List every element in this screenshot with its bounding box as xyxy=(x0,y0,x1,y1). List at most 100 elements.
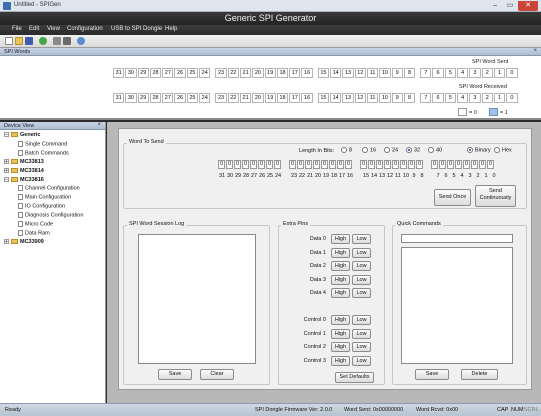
pin-high-button[interactable]: High xyxy=(331,328,350,339)
bit-toggle[interactable]: 0 xyxy=(408,160,415,169)
pin-low-button[interactable]: Low xyxy=(352,342,371,353)
length-24-radio[interactable]: 24 xyxy=(384,147,398,153)
tree-item-data-ram[interactable]: Data Ram xyxy=(18,229,50,236)
bit-toggle[interactable]: 0 xyxy=(368,160,375,169)
tree-item-mc33909[interactable]: + MC33909 xyxy=(4,239,44,245)
bit-toggle[interactable]: 0 xyxy=(337,160,344,169)
menu-file[interactable]: File xyxy=(12,26,22,32)
bit-toggle[interactable]: 0 xyxy=(345,160,352,169)
bit-toggle[interactable]: 0 xyxy=(313,160,320,169)
bit-toggle[interactable]: 0 xyxy=(376,160,383,169)
bit-toggle[interactable]: 0 xyxy=(487,160,494,169)
tree-item-mc33814[interactable]: + MC33814 xyxy=(4,168,44,174)
bit-toggle[interactable]: 0 xyxy=(226,160,233,169)
open-folder-icon[interactable] xyxy=(15,37,23,45)
length-16-radio[interactable]: 16 xyxy=(362,147,376,153)
arrow-icon[interactable] xyxy=(39,37,47,45)
settings-icon[interactable] xyxy=(53,37,61,45)
save-icon[interactable] xyxy=(25,37,33,45)
send-once-button[interactable]: Send Once xyxy=(434,189,471,206)
bit-toggle[interactable]: 0 xyxy=(297,160,304,169)
quick-command-input[interactable] xyxy=(401,234,513,243)
bit-toggle[interactable]: 0 xyxy=(431,160,438,169)
log-clear-button[interactable]: Clear xyxy=(200,369,234,380)
tree-item-diagnosis-configuration[interactable]: Diagnosis Configuration xyxy=(18,212,83,219)
bit-toggle[interactable]: 0 xyxy=(455,160,462,169)
tree-item-mc33816[interactable]: − MC33816 xyxy=(4,177,44,183)
collapse-icon[interactable]: − xyxy=(4,132,9,138)
bit-toggle[interactable]: 0 xyxy=(329,160,336,169)
tree-item-io-configuration[interactable]: IO Configuration xyxy=(18,203,65,210)
pin-low-button[interactable]: Low xyxy=(352,355,371,366)
expand-icon[interactable]: + xyxy=(4,167,9,173)
tree-item-channel-configuration[interactable]: Channel Configuration xyxy=(18,185,80,192)
pin-high-button[interactable]: High xyxy=(331,315,350,325)
pin-low-button[interactable]: Low xyxy=(352,288,371,299)
bit-toggle[interactable]: 0 xyxy=(250,160,257,169)
length-32-radio[interactable]: 32 xyxy=(406,147,420,153)
menu-configuration[interactable]: Configuration xyxy=(67,26,103,32)
quick-commands-list[interactable] xyxy=(401,247,513,364)
maximize-button[interactable]: ▭ xyxy=(503,1,517,11)
tree-item-single-command[interactable]: Single Command xyxy=(18,140,67,147)
menu-view[interactable]: View xyxy=(47,26,60,32)
bit-toggle[interactable]: 0 xyxy=(439,160,446,169)
tree-item-micro-code[interactable]: Micro Code xyxy=(18,221,53,227)
bit-toggle[interactable]: 0 xyxy=(274,160,281,169)
bit-toggle[interactable]: 0 xyxy=(218,160,225,169)
binary-radio[interactable]: Binary xyxy=(467,147,491,153)
pin-high-button[interactable]: High xyxy=(331,355,350,366)
pin-high-button[interactable]: High xyxy=(331,274,350,285)
length-8-radio[interactable]: 8 xyxy=(341,147,352,153)
quick-save-button[interactable]: Save xyxy=(415,369,449,380)
pin-high-button[interactable]: High xyxy=(331,261,350,272)
set-defaults-button[interactable]: Set Defaults xyxy=(335,372,374,383)
pin-high-button[interactable]: High xyxy=(331,247,350,258)
bit-toggle[interactable]: 0 xyxy=(471,160,478,169)
pin-high-button[interactable]: High xyxy=(331,234,350,244)
quick-delete-button[interactable]: Delete xyxy=(461,369,498,380)
tree-item-main-configuration[interactable]: Main Configuration xyxy=(18,194,71,201)
pin-low-button[interactable]: Low xyxy=(352,261,371,272)
log-save-button[interactable]: Save xyxy=(158,369,192,380)
hex-radio[interactable]: Hex xyxy=(494,147,512,153)
bit-toggle[interactable]: 0 xyxy=(360,160,367,169)
print-icon[interactable] xyxy=(63,37,71,45)
bit-toggle[interactable]: 0 xyxy=(321,160,328,169)
pin-low-button[interactable]: Low xyxy=(352,274,371,285)
menu-edit[interactable]: Edit xyxy=(29,26,39,32)
session-log-list[interactable] xyxy=(138,234,256,364)
bit-toggle[interactable]: 0 xyxy=(289,160,296,169)
bit-toggle[interactable]: 0 xyxy=(416,160,423,169)
bit-toggle[interactable]: 0 xyxy=(242,160,249,169)
pin-high-button[interactable]: High xyxy=(331,342,350,353)
length-40-radio[interactable]: 40 xyxy=(428,147,442,153)
send-continuously-button[interactable]: Send Continuously xyxy=(475,185,516,207)
minimize-button[interactable]: – xyxy=(488,1,502,11)
bit-toggle[interactable]: 0 xyxy=(479,160,486,169)
pin-low-button[interactable]: Low xyxy=(352,234,371,244)
menu-usb-to-spi-dongle[interactable]: USB to SPI Dongle xyxy=(111,26,162,32)
close-button[interactable]: ✕ xyxy=(518,1,538,11)
bit-toggle[interactable]: 0 xyxy=(463,160,470,169)
bit-toggle[interactable]: 0 xyxy=(266,160,273,169)
expand-icon[interactable]: + xyxy=(4,158,9,164)
expand-icon[interactable]: + xyxy=(4,238,9,244)
pin-high-button[interactable]: High xyxy=(331,288,350,299)
close-panel-icon[interactable]: × xyxy=(97,122,101,128)
bit-toggle[interactable]: 0 xyxy=(234,160,241,169)
pin-low-button[interactable]: Low xyxy=(352,315,371,325)
new-file-icon[interactable] xyxy=(5,37,13,45)
menu-help[interactable]: Help xyxy=(165,26,177,32)
collapse-icon[interactable]: − xyxy=(4,176,9,182)
help-icon[interactable] xyxy=(77,37,85,45)
close-panel-icon[interactable]: × xyxy=(533,48,537,54)
bit-toggle[interactable]: 0 xyxy=(392,160,399,169)
tree-item-mc33813[interactable]: + MC33813 xyxy=(4,159,44,165)
bit-toggle[interactable]: 0 xyxy=(305,160,312,169)
bit-toggle[interactable]: 0 xyxy=(400,160,407,169)
pin-low-button[interactable]: Low xyxy=(352,328,371,339)
tree-item-batch-commands[interactable]: Batch Commands xyxy=(18,149,69,156)
tree-item-generic[interactable]: − Generic xyxy=(4,132,40,138)
pin-low-button[interactable]: Low xyxy=(352,247,371,258)
